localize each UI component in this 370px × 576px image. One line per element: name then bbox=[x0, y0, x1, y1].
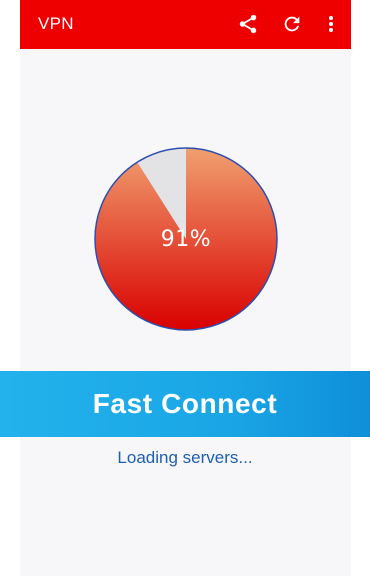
fast-connect-label: Fast Connect bbox=[92, 388, 278, 419]
refresh-icon[interactable] bbox=[280, 12, 304, 36]
progress-gauge bbox=[94, 147, 278, 331]
app-bar: VPN bbox=[20, 0, 351, 49]
app-title: VPN bbox=[38, 14, 74, 33]
vpn-screen: VPN 91% Fast Connect Loading servers... bbox=[0, 0, 370, 576]
fast-connect-button[interactable]: Fast Connect bbox=[0, 371, 370, 437]
gauge-progress-slice bbox=[94, 148, 277, 330]
share-icon[interactable] bbox=[236, 12, 260, 36]
status-text: Loading servers... bbox=[117, 448, 253, 467]
more-vert-icon[interactable] bbox=[320, 12, 342, 36]
